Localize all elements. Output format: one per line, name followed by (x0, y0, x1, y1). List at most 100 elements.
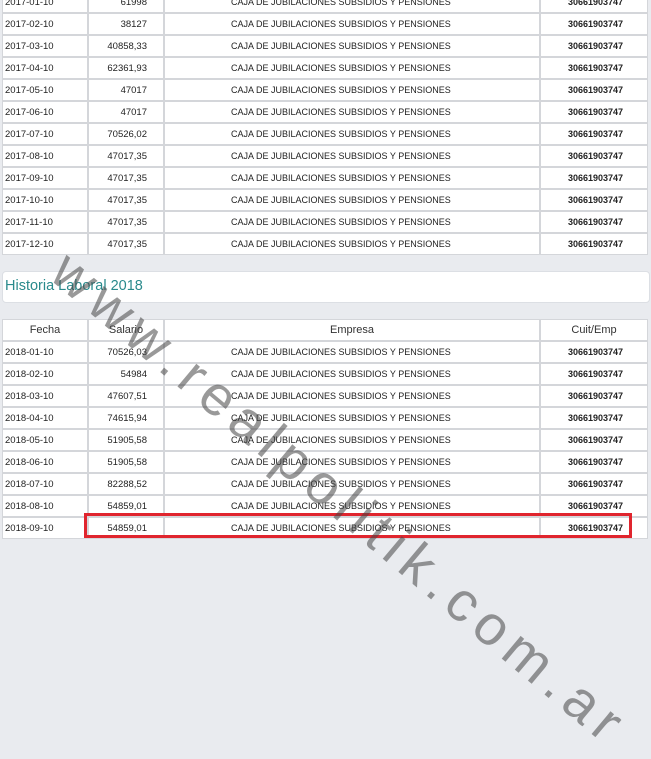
cell-salario: 40858,33 (88, 35, 164, 57)
salary-table-2017-body: 2017-01-10 61998 CAJA DE JUBILACIONES SUBS… (2, 0, 648, 255)
cell-salario: 47017 (88, 79, 164, 101)
table-row: 2018-04-10 74615,94 CAJA DE JUBILACIONES S… (2, 407, 648, 429)
cell-fecha: 2017-12-10 (2, 233, 88, 255)
cell-salario: 47017,35 (88, 145, 164, 167)
salary-table-2018-body: 2018-01-10 70526,03 CAJA DE JUBILACIONES S… (2, 341, 648, 539)
cell-empresa: CAJA DE JUBILACIONES SUBSIDIOS Y PENSION… (164, 341, 540, 363)
cell-fecha: 2018-05-10 (2, 429, 88, 451)
table-row: 2017-02-10 38127 CAJA DE JUBILACIONES SUBS… (2, 13, 648, 35)
cell-cuit: 30661903747 (540, 79, 648, 101)
table-row: 2017-04-10 62361,93 CAJA DE JUBILACIONES S… (2, 57, 648, 79)
cell-cuit: 30661903747 (540, 495, 648, 517)
cell-cuit: 30661903747 (540, 0, 648, 13)
column-header-empresa: Empresa (164, 319, 540, 341)
cell-cuit: 30661903747 (540, 451, 648, 473)
cell-salario: 54859,01 (88, 517, 164, 539)
cell-empresa: CAJA DE JUBILACIONES SUBSIDIOS Y PENSION… (164, 0, 540, 13)
cell-fecha: 2017-07-10 (2, 123, 88, 145)
cell-empresa: CAJA DE JUBILACIONES SUBSIDIOS Y PENSION… (164, 167, 540, 189)
cell-empresa: CAJA DE JUBILACIONES SUBSIDIOS Y PENSION… (164, 473, 540, 495)
cell-fecha: 2018-07-10 (2, 473, 88, 495)
cell-empresa: CAJA DE JUBILACIONES SUBSIDIOS Y PENSION… (164, 385, 540, 407)
table-row: 2018-09-10 54859,01 CAJA DE JUBILACIONES S… (2, 517, 648, 539)
table-row: 2017-01-10 61998 CAJA DE JUBILACIONES SUBS… (2, 0, 648, 13)
table-row: 2018-02-10 54984 CAJA DE JUBILACIONES SUBS… (2, 363, 648, 385)
table-row: 2017-03-10 40858,33 CAJA DE JUBILACIONES S… (2, 35, 648, 57)
cell-cuit: 30661903747 (540, 363, 648, 385)
cell-empresa: CAJA DE JUBILACIONES SUBSIDIOS Y PENSION… (164, 189, 540, 211)
table-row: 2018-06-10 51905,58 CAJA DE JUBILACIONES S… (2, 451, 648, 473)
cell-cuit: 30661903747 (540, 233, 648, 255)
cell-fecha: 2018-03-10 (2, 385, 88, 407)
table-row: 2017-12-10 47017,35 CAJA DE JUBILACIONES S… (2, 233, 648, 255)
cell-cuit: 30661903747 (540, 429, 648, 451)
cell-cuit: 30661903747 (540, 35, 648, 57)
cell-fecha: 2017-10-10 (2, 189, 88, 211)
cell-empresa: CAJA DE JUBILACIONES SUBSIDIOS Y PENSION… (164, 13, 540, 35)
table-header-row: Fecha Salario Empresa Cuit/Emp (2, 319, 648, 341)
cell-empresa: CAJA DE JUBILACIONES SUBSIDIOS Y PENSION… (164, 57, 540, 79)
table-row: 2017-09-10 47017,35 CAJA DE JUBILACIONES S… (2, 167, 648, 189)
cell-cuit: 30661903747 (540, 211, 648, 233)
cell-salario: 74615,94 (88, 407, 164, 429)
column-header-fecha: Fecha (2, 319, 88, 341)
table-row: 2017-05-10 47017 CAJA DE JUBILACIONES SUBS… (2, 79, 648, 101)
cell-salario: 51905,58 (88, 429, 164, 451)
section-title: Historia Laboral 2018 (5, 278, 143, 294)
cell-fecha: 2017-11-10 (2, 211, 88, 233)
cell-salario: 47017,35 (88, 167, 164, 189)
cell-empresa: CAJA DE JUBILACIONES SUBSIDIOS Y PENSION… (164, 451, 540, 473)
section-header-2018: Historia Laboral 2018 (2, 271, 650, 303)
cell-empresa: CAJA DE JUBILACIONES SUBSIDIOS Y PENSION… (164, 407, 540, 429)
cell-empresa: CAJA DE JUBILACIONES SUBSIDIOS Y PENSION… (164, 211, 540, 233)
cell-empresa: CAJA DE JUBILACIONES SUBSIDIOS Y PENSION… (164, 101, 540, 123)
cell-fecha: 2017-06-10 (2, 101, 88, 123)
cell-cuit: 30661903747 (540, 167, 648, 189)
cell-fecha: 2017-09-10 (2, 167, 88, 189)
salary-table-2018: Fecha Salario Empresa Cuit/Emp 2018-01-1… (2, 319, 648, 539)
table-row: 2018-01-10 70526,03 CAJA DE JUBILACIONES S… (2, 341, 648, 363)
cell-cuit: 30661903747 (540, 189, 648, 211)
cell-cuit: 30661903747 (540, 407, 648, 429)
cell-salario: 70526,02 (88, 123, 164, 145)
table-row: 2017-06-10 47017 CAJA DE JUBILACIONES SUBS… (2, 101, 648, 123)
cell-empresa: CAJA DE JUBILACIONES SUBSIDIOS Y PENSION… (164, 517, 540, 539)
cell-empresa: CAJA DE JUBILACIONES SUBSIDIOS Y PENSION… (164, 123, 540, 145)
cell-salario: 82288,52 (88, 473, 164, 495)
cell-salario: 47017,35 (88, 189, 164, 211)
cell-salario: 47017,35 (88, 211, 164, 233)
cell-empresa: CAJA DE JUBILACIONES SUBSIDIOS Y PENSION… (164, 495, 540, 517)
cell-empresa: CAJA DE JUBILACIONES SUBSIDIOS Y PENSION… (164, 35, 540, 57)
cell-fecha: 2018-06-10 (2, 451, 88, 473)
cell-salario: 54859,01 (88, 495, 164, 517)
cell-empresa: CAJA DE JUBILACIONES SUBSIDIOS Y PENSION… (164, 145, 540, 167)
cell-cuit: 30661903747 (540, 13, 648, 35)
cell-salario: 47017 (88, 101, 164, 123)
cell-cuit: 30661903747 (540, 57, 648, 79)
cell-fecha: 2018-08-10 (2, 495, 88, 517)
cell-salario: 61998 (88, 0, 164, 13)
cell-salario: 54984 (88, 363, 164, 385)
cell-empresa: CAJA DE JUBILACIONES SUBSIDIOS Y PENSION… (164, 79, 540, 101)
table-row: 2017-07-10 70526,02 CAJA DE JUBILACIONES S… (2, 123, 648, 145)
table-row: 2018-05-10 51905,58 CAJA DE JUBILACIONES S… (2, 429, 648, 451)
cell-salario: 47607,51 (88, 385, 164, 407)
cell-fecha: 2018-04-10 (2, 407, 88, 429)
cell-cuit: 30661903747 (540, 385, 648, 407)
column-header-cuit: Cuit/Emp (540, 319, 648, 341)
cell-cuit: 30661903747 (540, 473, 648, 495)
cell-empresa: CAJA DE JUBILACIONES SUBSIDIOS Y PENSION… (164, 233, 540, 255)
cell-salario: 51905,58 (88, 451, 164, 473)
table-row: 2017-10-10 47017,35 CAJA DE JUBILACIONES S… (2, 189, 648, 211)
cell-fecha: 2018-01-10 (2, 341, 88, 363)
cell-empresa: CAJA DE JUBILACIONES SUBSIDIOS Y PENSION… (164, 363, 540, 385)
column-header-salario: Salario (88, 319, 164, 341)
cell-salario: 62361,93 (88, 57, 164, 79)
cell-fecha: 2017-01-10 (2, 0, 88, 13)
cell-cuit: 30661903747 (540, 101, 648, 123)
cell-fecha: 2017-03-10 (2, 35, 88, 57)
cell-salario: 70526,03 (88, 341, 164, 363)
cell-fecha: 2018-02-10 (2, 363, 88, 385)
cell-cuit: 30661903747 (540, 123, 648, 145)
table-row: 2017-08-10 47017,35 CAJA DE JUBILACIONES S… (2, 145, 648, 167)
